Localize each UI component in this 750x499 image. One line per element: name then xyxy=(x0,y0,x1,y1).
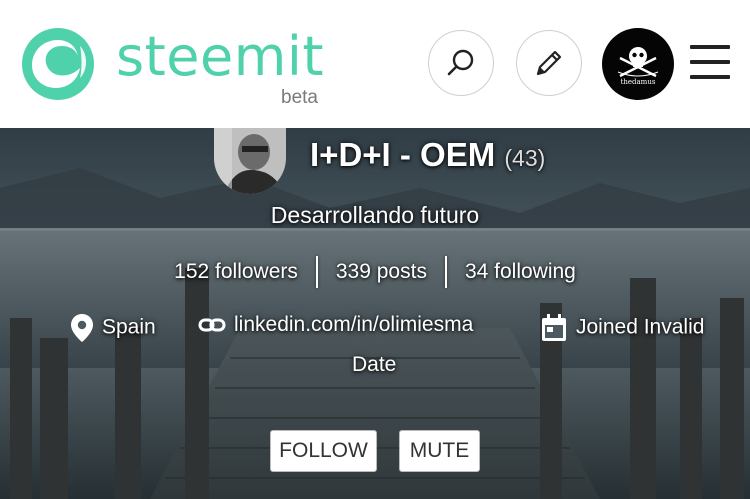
followers-link[interactable]: 152 followers xyxy=(156,260,316,284)
joined-text: Joined Invalid xyxy=(576,315,705,339)
profile-about: Desarrollando futuro xyxy=(270,202,480,228)
location-text: Spain xyxy=(102,315,156,339)
follow-button[interactable]: FOLLOW xyxy=(270,430,377,472)
top-header: steemit beta thedamus xyxy=(0,0,750,128)
link-icon xyxy=(198,318,226,332)
calendar-icon xyxy=(542,314,566,341)
avatar-caption: thedamus xyxy=(621,78,656,86)
location: Spain xyxy=(70,313,156,343)
profile-avatar[interactable] xyxy=(214,128,286,194)
website[interactable]: linkedin.com/in/olimiesma xyxy=(198,313,473,337)
reputation-score: (43) xyxy=(504,145,546,171)
joined: Joined Invalid xyxy=(540,313,704,343)
menu-bar xyxy=(690,60,730,64)
profile-header: I+D+I - OEM (43) Desarrollando futuro 15… xyxy=(0,128,750,499)
logo-text[interactable]: steemit xyxy=(116,30,324,84)
steemit-logo-icon[interactable] xyxy=(20,26,96,102)
joined-date: Date xyxy=(352,353,397,376)
menu-bar xyxy=(690,45,730,49)
user-avatar-button[interactable]: thedamus xyxy=(602,28,674,100)
pirate-flag-icon: thedamus xyxy=(617,47,659,86)
profile-name-text: I+D+I - OEM xyxy=(310,136,496,173)
posts-count: 339 posts xyxy=(335,260,427,283)
profile-name: I+D+I - OEM (43) xyxy=(310,138,545,171)
mute-button[interactable]: MUTE xyxy=(399,430,480,472)
profile-cover: I+D+I - OEM (43) Desarrollando futuro 15… xyxy=(0,128,750,499)
compose-button[interactable] xyxy=(516,30,582,96)
beta-badge: beta xyxy=(281,87,318,108)
search-icon xyxy=(447,49,474,76)
location-pin-icon xyxy=(71,314,93,342)
search-button[interactable] xyxy=(428,30,494,96)
pencil-icon xyxy=(536,50,562,76)
profile-photo xyxy=(214,128,286,194)
website-link[interactable]: linkedin.com/in/olimiesma xyxy=(234,313,473,336)
menu-bar xyxy=(690,75,730,79)
profile-stats: 152 followers 339 posts 34 following xyxy=(0,256,750,288)
hamburger-menu-button[interactable] xyxy=(690,45,730,79)
following-link[interactable]: 34 following xyxy=(447,260,594,284)
